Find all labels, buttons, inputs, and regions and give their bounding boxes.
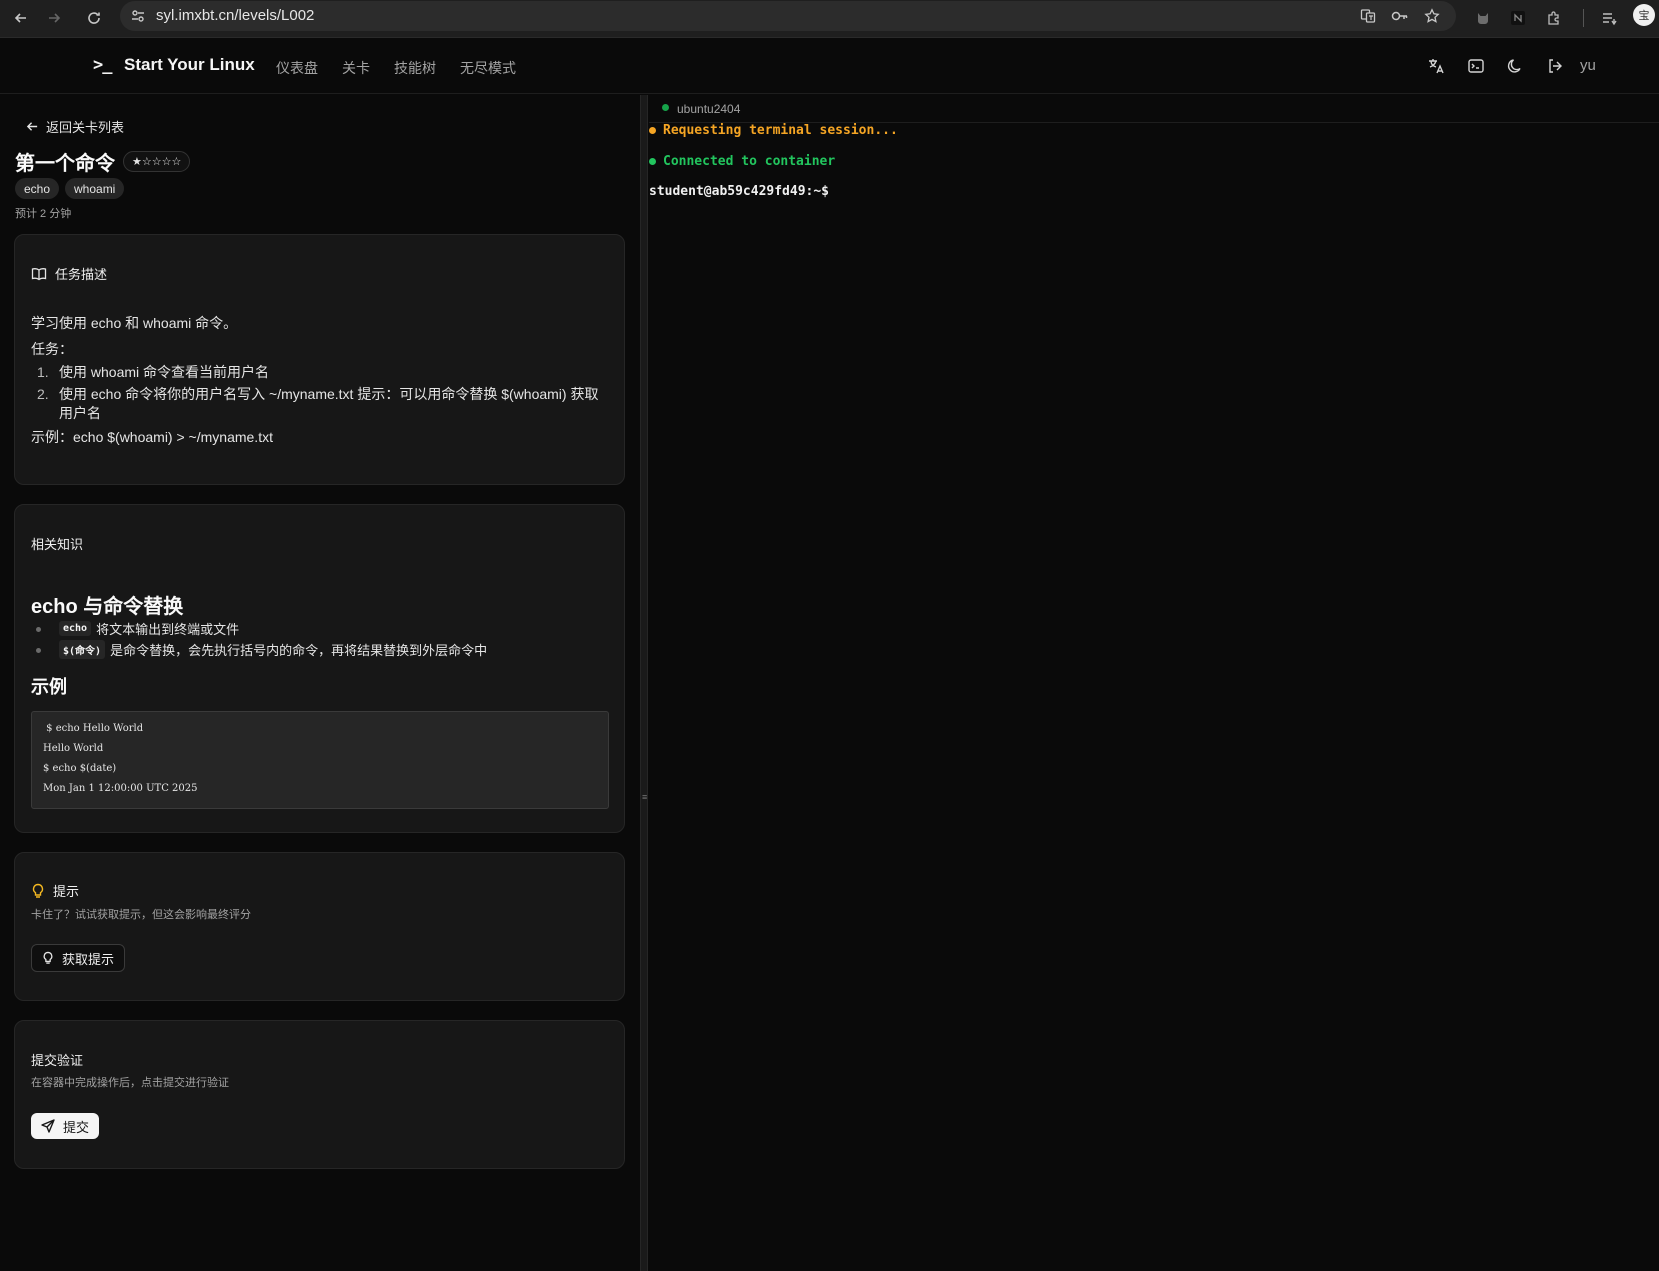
task-card-title: 任务描述 (55, 267, 108, 282)
tag-echo: echo (15, 178, 60, 199)
get-hint-label: 获取提示 (62, 951, 115, 967)
code-line: Hello World (43, 743, 104, 754)
task-card: 任务描述 学习使用 echo 和 whoami 命令。 任务： 1. 使用 wh… (14, 234, 625, 485)
get-hint-button[interactable]: 获取提示 (31, 944, 126, 972)
task-step-1: 使用 whoami 命令查看当前用户名 (59, 364, 270, 380)
toolbar-divider (1583, 9, 1584, 27)
bullet-text: 将文本输出到终端或文件 (96, 622, 240, 637)
nav-levels[interactable]: 关卡 (342, 58, 370, 78)
task-label: 任务： (31, 341, 73, 357)
extensions-puzzle-icon[interactable] (1543, 7, 1565, 29)
book-open-icon (31, 267, 47, 280)
knowledge-card: 相关知识 echo 与命令替换 echo 将文本输出到终端或文件 $(命令) 是… (14, 504, 625, 833)
submit-desc: 在容器中完成操作后，点击提交进行验证 (31, 1077, 229, 1089)
grip-icon: ≡ (642, 792, 648, 802)
task-card-header: 任务描述 (31, 264, 107, 283)
submit-button[interactable]: 提交 (31, 1113, 100, 1139)
terminal-panel[interactable]: ubuntu2404 Requesting terminal session..… (649, 95, 1659, 1271)
lightbulb-icon (32, 883, 44, 898)
status-dot (649, 158, 656, 165)
translate-page-icon[interactable] (1358, 6, 1378, 26)
send-icon (41, 1119, 55, 1133)
app-header: >_ Start Your Linux 仪表盘 关卡 技能树 无尽模式 yu (0, 38, 1659, 94)
inline-code: echo (59, 621, 92, 636)
back-to-levels-link[interactable]: 返回关卡列表 (26, 117, 124, 136)
browser-toolbar: syl.imxbt.cn/levels/L002 宝 (0, 0, 1659, 38)
forward-arrow-icon[interactable] (41, 5, 67, 31)
nav-dashboard[interactable]: 仪表盘 (276, 58, 318, 78)
bookmark-star-icon[interactable] (1422, 6, 1442, 26)
code-line: $ echo Hello World (43, 723, 144, 734)
dark-mode-moon-icon[interactable] (1503, 54, 1527, 78)
tag-whoami: whoami (65, 178, 125, 199)
level-title: 第一个命令 (15, 153, 115, 175)
logo-terminal-icon[interactable]: >_ (93, 55, 113, 75)
hint-desc: 卡住了？试试获取提示，但这会影响最终评分 (31, 909, 251, 921)
difficulty-badge: ★☆☆☆☆ (123, 151, 191, 172)
task-intro: 学习使用 echo 和 whoami 命令。 (31, 315, 238, 331)
lightbulb-icon (43, 951, 53, 964)
bullet-dot (36, 627, 41, 632)
task-step-2: 使用 echo 命令将你的用户名写入 ~/myname.txt 提示：可以用命令… (59, 386, 599, 421)
example-title: 示例 (31, 677, 67, 697)
logout-icon[interactable] (1543, 54, 1567, 78)
submit-card: 提交验证 在容器中完成操作后，点击提交进行验证 提交 (14, 1020, 625, 1169)
bullet-dot (36, 648, 41, 653)
language-icon[interactable] (1424, 54, 1448, 78)
code-line: Mon Jan 1 12:00:00 UTC 2025 (43, 783, 198, 794)
nav-skill-tree[interactable]: 技能树 (394, 58, 436, 78)
app-name[interactable]: Start Your Linux (124, 55, 255, 75)
nav-endless-mode[interactable]: 无尽模式 (460, 58, 516, 78)
extension-n-icon[interactable] (1507, 7, 1529, 29)
profile-avatar[interactable]: 宝 (1633, 4, 1655, 26)
terminal-line-text: Requesting terminal session... (663, 123, 898, 138)
password-key-icon[interactable] (1390, 6, 1410, 26)
code-example-block: $ echo Hello World Hello World $ echo $(… (31, 711, 609, 809)
bullet-text: 是命令替换，会先执行括号内的命令，再将结果替换到外层命令中 (110, 643, 488, 658)
knowledge-bullet-2: $(命令) 是命令替换，会先执行括号内的命令，再将结果替换到外层命令中 (59, 640, 487, 659)
terminal-tab-label: ubuntu2404 (677, 102, 741, 116)
submit-label: 提交 (63, 1119, 90, 1135)
estimated-time: 预计 2 分钟 (15, 208, 72, 220)
hint-card-title: 提示 (53, 884, 80, 899)
code-line: $ echo $(date) (43, 763, 117, 774)
terminal-line-text: Connected to container (663, 154, 836, 169)
reading-list-icon[interactable] (1598, 7, 1620, 29)
extension-cat-icon[interactable] (1472, 7, 1494, 29)
knowledge-card-title: 相关知识 (31, 537, 84, 552)
submit-card-title: 提交验证 (31, 1053, 84, 1068)
terminal-prompt[interactable]: student@ab59c429fd49:~$ (649, 184, 829, 199)
knowledge-section-title: echo 与命令替换 (31, 596, 184, 618)
task-example: 示例：echo $(whoami) > ~/myname.txt (31, 429, 273, 445)
hint-card: 提示 卡住了？试试获取提示，但这会影响最终评分 获取提示 (14, 852, 625, 1001)
status-dot (649, 127, 656, 134)
connection-status-dot (662, 104, 669, 111)
terminal-status-line: Requesting terminal session... (649, 123, 898, 138)
step-number-1: 1. (37, 364, 49, 380)
terminal-status-line: Connected to container (649, 154, 835, 169)
arrow-left-icon (26, 122, 38, 131)
address-bar[interactable]: syl.imxbt.cn/levels/L002 (120, 1, 1456, 31)
terminal-tab[interactable]: ubuntu2404 (649, 95, 1659, 123)
hint-card-header: 提示 (31, 881, 79, 900)
level-detail-panel: 返回关卡列表 第一个命令 ★☆☆☆☆ echo whoami 预计 2 分钟 任… (0, 95, 640, 1271)
step-number-2: 2. (37, 386, 49, 402)
user-name[interactable]: yu (1580, 57, 1596, 74)
inline-code: $(命令) (59, 640, 106, 659)
knowledge-bullet-1: echo 将文本输出到终端或文件 (59, 619, 239, 638)
back-link-label: 返回关卡列表 (46, 120, 125, 135)
panel-resize-handle[interactable]: ≡ (640, 95, 648, 1271)
back-arrow-icon[interactable] (8, 5, 34, 31)
terminal-icon[interactable] (1464, 54, 1488, 78)
site-settings-icon[interactable] (128, 6, 148, 26)
reload-icon[interactable] (81, 5, 107, 31)
url-text[interactable]: syl.imxbt.cn/levels/L002 (156, 7, 314, 24)
